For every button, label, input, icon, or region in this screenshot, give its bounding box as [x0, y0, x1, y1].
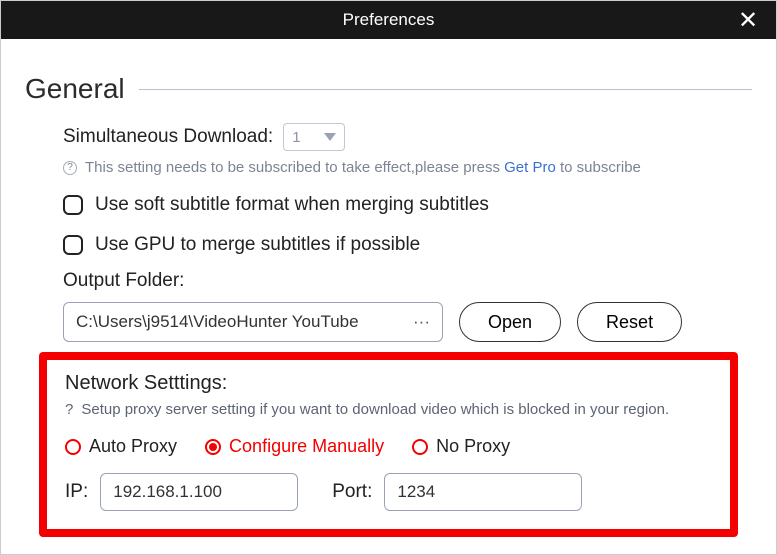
simultaneous-download-select[interactable]: 1: [283, 123, 345, 151]
browse-folder-button[interactable]: ···: [405, 312, 430, 332]
ip-label: IP:: [65, 481, 88, 503]
open-folder-button[interactable]: Open: [459, 302, 561, 342]
radio-icon: [205, 439, 221, 455]
auto-proxy-label: Auto Proxy: [89, 436, 177, 457]
output-folder-section: Output Folder: C:\Users\j9514\VideoHunte…: [63, 270, 752, 342]
network-hint-text: Setup proxy server setting if you want t…: [81, 401, 669, 418]
hint-text-prefix: This setting needs to be subscribed to t…: [85, 159, 504, 176]
section-divider: [139, 89, 752, 90]
gpu-subtitle-checkbox[interactable]: [63, 235, 83, 255]
proxy-ip-port-row: IP: Port:: [65, 473, 712, 511]
get-pro-link[interactable]: Get Pro: [504, 159, 556, 176]
chevron-down-icon: [324, 133, 336, 141]
close-icon[interactable]: ✕: [730, 1, 766, 39]
no-proxy-radio[interactable]: No Proxy: [412, 436, 510, 457]
soft-subtitle-label: Use soft subtitle format when merging su…: [95, 194, 489, 216]
network-settings-section: Network Setttings: ? Setup proxy server …: [39, 352, 738, 537]
simultaneous-download-value: 1: [292, 129, 300, 146]
proxy-mode-radio-group: Auto Proxy Configure Manually No Proxy: [65, 436, 712, 457]
port-label: Port:: [332, 481, 372, 503]
output-folder-path: C:\Users\j9514\VideoHunter YouTube: [76, 312, 405, 332]
no-proxy-label: No Proxy: [436, 436, 510, 457]
hint-text-suffix: to subscribe: [560, 159, 641, 176]
radio-dot-icon: [209, 443, 217, 451]
network-settings-heading: Network Setttings:: [65, 372, 712, 395]
help-icon[interactable]: ?: [63, 161, 77, 175]
help-icon[interactable]: ?: [65, 401, 73, 418]
gpu-subtitle-label: Use GPU to merge subtitles if possible: [95, 234, 420, 256]
output-folder-path-box: C:\Users\j9514\VideoHunter YouTube ···: [63, 302, 443, 342]
general-heading: General: [25, 73, 125, 105]
soft-subtitle-checkbox[interactable]: [63, 195, 83, 215]
simultaneous-download-label: Simultaneous Download:: [63, 126, 273, 148]
network-settings-hint: ? Setup proxy server setting if you want…: [65, 401, 712, 418]
configure-manually-label: Configure Manually: [229, 436, 384, 457]
soft-subtitle-row: Use soft subtitle format when merging su…: [63, 194, 752, 216]
preferences-window: Preferences ✕ General Simultaneous Downl…: [0, 0, 777, 555]
radio-icon: [412, 439, 428, 455]
configure-manually-radio[interactable]: Configure Manually: [205, 436, 384, 457]
title-bar: Preferences ✕: [1, 1, 776, 39]
auto-proxy-radio[interactable]: Auto Proxy: [65, 436, 177, 457]
radio-icon: [65, 439, 81, 455]
port-input[interactable]: [384, 473, 582, 511]
output-folder-label: Output Folder:: [63, 270, 752, 292]
simultaneous-download-hint: ? This setting needs to be subscribed to…: [63, 159, 752, 176]
reset-folder-button[interactable]: Reset: [577, 302, 682, 342]
simultaneous-download-row: Simultaneous Download: 1: [63, 123, 752, 151]
gpu-subtitle-row: Use GPU to merge subtitles if possible: [63, 234, 752, 256]
ip-input[interactable]: [100, 473, 298, 511]
window-title: Preferences: [343, 10, 435, 30]
general-section-header: General: [25, 73, 752, 105]
